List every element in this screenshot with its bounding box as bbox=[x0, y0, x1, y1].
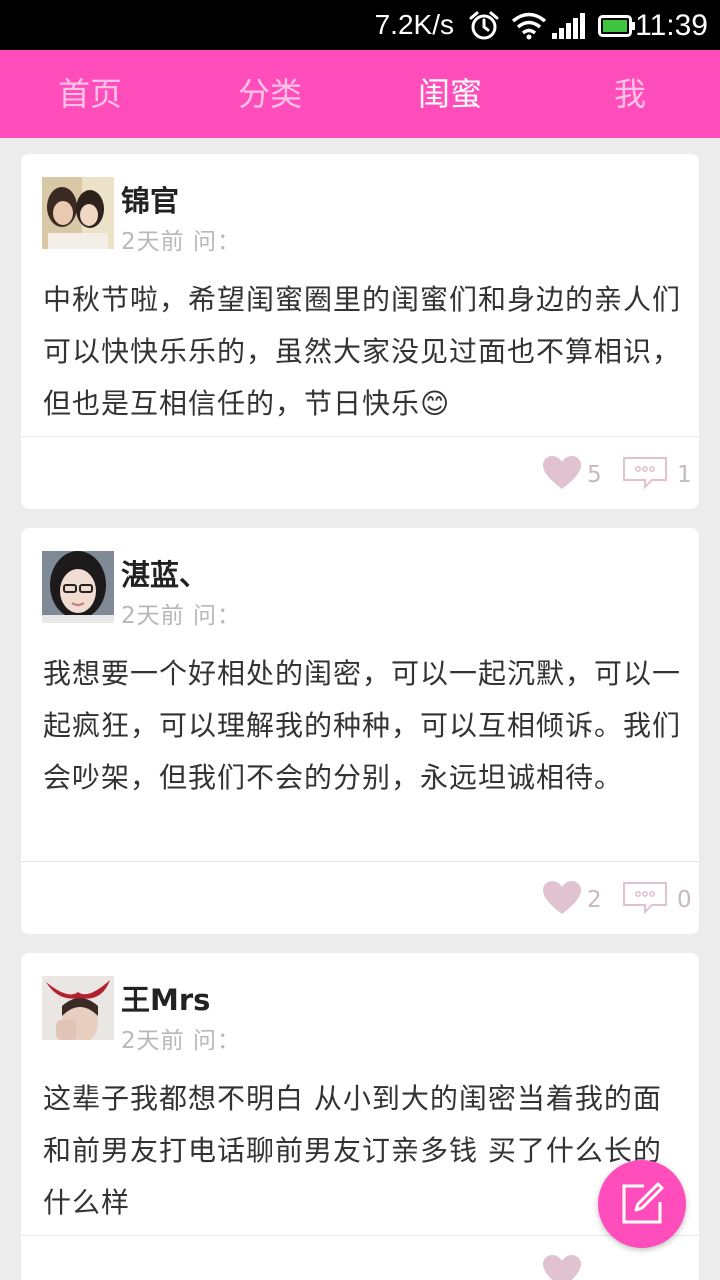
divider bbox=[21, 861, 699, 862]
post-card[interactable]: 锦官 2天前 问： 中秋节啦，希望闺蜜圈里的闺蜜们和身边的亲人们可以快快乐乐的，… bbox=[21, 154, 699, 509]
post-card[interactable]: 湛蓝、 2天前 问： 我想要一个好相处的闺密，可以一起沉默，可以一起疯狂，可以理… bbox=[21, 528, 699, 934]
alarm-icon bbox=[469, 11, 499, 40]
tab-category[interactable]: 分类 bbox=[210, 50, 330, 138]
username[interactable]: 锦官 bbox=[121, 178, 179, 220]
wifi-icon bbox=[511, 12, 547, 40]
tab-home[interactable]: 首页 bbox=[30, 50, 150, 138]
like-count: 2 bbox=[587, 887, 602, 913]
network-speed: 7.2K/s bbox=[374, 9, 454, 40]
comment-icon[interactable] bbox=[622, 881, 668, 915]
heart-icon[interactable] bbox=[543, 881, 581, 915]
status-bar: 7.2K/s 11:39 bbox=[0, 0, 720, 50]
top-nav: 首页 分类 闺蜜 我 bbox=[0, 50, 720, 138]
tab-me[interactable]: 我 bbox=[570, 50, 690, 138]
post-meta: 2天前 问： bbox=[121, 229, 241, 255]
comment-icon[interactable] bbox=[622, 456, 668, 490]
username[interactable]: 湛蓝、 bbox=[121, 552, 208, 594]
divider bbox=[21, 436, 699, 437]
compose-button[interactable] bbox=[598, 1160, 686, 1248]
post-text[interactable]: 中秋节啦，希望闺蜜圈里的闺蜜们和身边的亲人们可以快快乐乐的，虽然大家没见过面也不… bbox=[43, 274, 683, 430]
clock: 11:39 bbox=[635, 9, 708, 42]
username[interactable]: 王Mrs bbox=[121, 977, 210, 1019]
post-card[interactable]: 王Mrs 2天前 问： 这辈子我都想不明白 从小到大的闺密当着我的面 和前男友打… bbox=[21, 953, 699, 1280]
avatar[interactable] bbox=[42, 976, 114, 1048]
heart-icon[interactable] bbox=[543, 456, 581, 490]
comment-count: 1 bbox=[677, 462, 692, 488]
avatar[interactable] bbox=[42, 177, 114, 249]
like-count: 5 bbox=[587, 462, 602, 488]
post-meta: 2天前 问： bbox=[121, 1028, 241, 1054]
signal-icon bbox=[552, 13, 585, 39]
avatar[interactable] bbox=[42, 551, 114, 623]
battery-icon bbox=[598, 15, 635, 37]
post-meta: 2天前 问： bbox=[121, 603, 241, 629]
divider bbox=[21, 1235, 699, 1236]
heart-icon[interactable] bbox=[543, 1255, 581, 1280]
post-text[interactable]: 我想要一个好相处的闺密，可以一起沉默，可以一起疯狂，可以理解我的种种，可以互相倾… bbox=[43, 648, 683, 804]
post-text[interactable]: 这辈子我都想不明白 从小到大的闺密当着我的面 和前男友打电话聊前男友订亲多钱 买… bbox=[43, 1073, 683, 1229]
tab-bestie[interactable]: 闺蜜 bbox=[390, 50, 510, 138]
comment-count: 0 bbox=[677, 887, 692, 913]
edit-icon bbox=[622, 1182, 664, 1224]
